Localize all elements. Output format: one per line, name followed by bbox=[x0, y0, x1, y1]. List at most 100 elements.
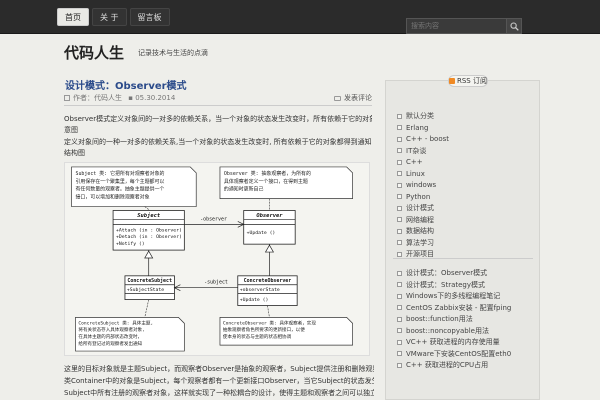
site-title[interactable]: 代码人生 bbox=[64, 42, 124, 63]
post-author[interactable]: 作者：代码人生 bbox=[73, 94, 122, 102]
post-title[interactable]: 设计模式：Observer模式 bbox=[65, 77, 187, 92]
bullet-icon bbox=[397, 194, 402, 199]
recent-post-item[interactable]: boost::noncopyable用法 bbox=[397, 326, 511, 338]
post-paragraph: 定义对象间的一种一对多的依赖关系,当一个对象的状态发生改变时, 所有依赖于它的对… bbox=[64, 138, 372, 146]
recent-post-item[interactable]: 设计模式：Observer模式 bbox=[397, 268, 511, 280]
bullet-icon bbox=[397, 171, 402, 176]
search-input[interactable] bbox=[406, 18, 506, 34]
note-line: 给所有登记过的观察者发出通知 bbox=[78, 340, 142, 347]
recent-post-label[interactable]: boost::function用法 bbox=[406, 315, 473, 323]
category-label[interactable]: 算法学习 bbox=[406, 239, 434, 247]
comments-label[interactable]: 发表评论 bbox=[344, 94, 372, 102]
post-paragraph: Observer模式定义对象间的一对多的依赖关系，当一个对象的状态发生改变时，所… bbox=[64, 115, 372, 123]
uml-class-observer: Observer +Update () bbox=[243, 210, 296, 245]
bullet-icon bbox=[397, 125, 402, 130]
rss-button[interactable]: RSS 订阅 bbox=[448, 75, 488, 87]
recent-post-item[interactable]: 设计模式：Strategy模式 bbox=[397, 280, 511, 292]
sidebar-divider bbox=[393, 258, 533, 259]
recent-post-item[interactable]: VMware下安装CentOS配置eth0 bbox=[397, 349, 511, 361]
category-label[interactable]: 网络编程 bbox=[406, 216, 434, 224]
category-list: 默认分类 Erlang C++ - boost IT杂谈 C++ Linux w… bbox=[397, 111, 449, 261]
nav-item-guestbook[interactable]: 留言板 bbox=[129, 8, 170, 26]
category-label[interactable]: IT杂谈 bbox=[406, 147, 426, 155]
category-label[interactable]: Erlang bbox=[406, 124, 428, 132]
uml-class-concrete-observer: ConcreteObserver +observerState +Update … bbox=[237, 275, 298, 306]
post-paragraph: 意图 bbox=[64, 126, 78, 134]
category-label[interactable]: 设计模式 bbox=[406, 204, 434, 212]
comment-icon bbox=[334, 95, 341, 101]
bullet-icon bbox=[397, 205, 402, 211]
class-name: Subject bbox=[137, 212, 161, 219]
method: +Update () bbox=[240, 297, 269, 303]
note-line: 在具体主题的内部状态改变时， bbox=[78, 333, 142, 340]
bullet-icon bbox=[397, 282, 402, 287]
search-icon bbox=[510, 22, 519, 31]
comments-link[interactable]: 发表评论 bbox=[334, 93, 372, 103]
bullet-icon bbox=[397, 182, 402, 188]
bullet-icon bbox=[397, 240, 402, 245]
category-item[interactable]: 默认分类 bbox=[397, 111, 449, 123]
post-paragraph: 类Container中的对象是Subject，每个观察者都有一个更新接口Obse… bbox=[64, 377, 374, 385]
category-item[interactable]: 数据结构 bbox=[397, 226, 449, 238]
search-button[interactable] bbox=[506, 18, 522, 34]
category-label[interactable]: windows bbox=[406, 181, 436, 189]
category-label[interactable]: 默认分类 bbox=[406, 112, 434, 120]
bullet-icon bbox=[397, 228, 402, 234]
category-item[interactable]: Erlang bbox=[397, 123, 449, 135]
category-label[interactable]: Python bbox=[406, 193, 430, 201]
bullet-icon bbox=[397, 362, 402, 368]
category-item[interactable]: Python bbox=[397, 192, 449, 204]
main-nav: 首页 关 于 留言板 bbox=[57, 8, 170, 26]
recent-post-label[interactable]: 设计模式：Strategy模式 bbox=[406, 281, 485, 289]
note-line: 使本身的状态与主题的状态相协调 bbox=[223, 333, 292, 340]
attribute: +SubjectState bbox=[127, 287, 164, 293]
category-item[interactable]: C++ - boost bbox=[397, 134, 449, 146]
category-label[interactable]: C++ bbox=[406, 158, 423, 166]
recent-post-label[interactable]: boost::noncopyable用法 bbox=[406, 327, 489, 335]
recent-posts-list: 设计模式：Observer模式 设计模式：Strategy模式 Windows下… bbox=[397, 268, 511, 372]
post-paragraph: 结构图 bbox=[64, 149, 85, 157]
category-item[interactable]: Linux bbox=[397, 169, 449, 181]
category-item[interactable]: windows bbox=[397, 180, 449, 192]
nav-item-home[interactable]: 首页 bbox=[57, 8, 89, 26]
association-label: -observer bbox=[200, 216, 227, 222]
bullet-icon bbox=[397, 148, 402, 153]
post-paragraph: 这里的目标对象就是主题Subject，而观察者Observer是抽象的观察者，S… bbox=[64, 365, 374, 373]
category-item[interactable]: 网络编程 bbox=[397, 215, 449, 227]
bullet-icon bbox=[397, 339, 402, 345]
recent-post-item[interactable]: Windows下的多线程编程笔记 bbox=[397, 291, 511, 303]
recent-post-item[interactable]: boost::function用法 bbox=[397, 314, 511, 326]
calendar-icon: ▪ bbox=[128, 94, 133, 102]
uml-diagram: Subject 类: 它把所有对观察者对象的 引用保存在一个聚集里，每个主题都可… bbox=[64, 162, 370, 356]
recent-post-label[interactable]: C++ 获取进程的CPU占用 bbox=[406, 361, 488, 369]
category-label[interactable]: Linux bbox=[406, 170, 425, 178]
category-item[interactable]: IT杂谈 bbox=[397, 146, 449, 158]
recent-post-label[interactable]: VMware下安装CentOS配置eth0 bbox=[406, 350, 511, 358]
rss-label[interactable]: RSS 订阅 bbox=[457, 77, 487, 85]
recent-post-label[interactable]: Windows下的多线程编程笔记 bbox=[406, 292, 500, 300]
note-line: 将有关状态存入具体观察者对象, bbox=[78, 326, 144, 333]
note-line: 有任何数量的观察者。抽象主题提供一个 bbox=[75, 186, 164, 193]
recent-post-label[interactable]: VC++ 获取进程的内存使用量 bbox=[406, 338, 500, 346]
class-name: ConcreteObserver bbox=[244, 278, 292, 284]
recent-post-item[interactable]: C++ 获取进程的CPU占用 bbox=[397, 360, 511, 372]
category-label[interactable]: C++ - boost bbox=[406, 135, 449, 143]
category-label[interactable]: 数据结构 bbox=[406, 227, 434, 235]
recent-post-label[interactable]: CentOS Zabbix安装 - 配置fping bbox=[406, 304, 511, 312]
site-description: 记录技术与生活的点滴 bbox=[138, 49, 208, 57]
category-item[interactable]: C++ bbox=[397, 157, 449, 169]
nav-item-about[interactable]: 关 于 bbox=[92, 8, 127, 26]
bullet-icon bbox=[397, 270, 402, 276]
note-line: 引用保存在一个聚集里，每个主题都可以 bbox=[75, 178, 164, 185]
category-item[interactable]: 算法学习 bbox=[397, 238, 449, 250]
method: +Detach (in : Observer) bbox=[116, 234, 182, 240]
attribute: +observerState bbox=[240, 287, 280, 293]
recent-post-label[interactable]: 设计模式：Observer模式 bbox=[406, 269, 487, 277]
category-label[interactable]: 开源项目 bbox=[406, 250, 434, 258]
recent-post-item[interactable]: VC++ 获取进程的内存使用量 bbox=[397, 337, 511, 349]
bullet-icon bbox=[397, 159, 402, 165]
class-name: ConcreteSubject bbox=[127, 277, 172, 284]
recent-post-item[interactable]: CentOS Zabbix安装 - 配置fping bbox=[397, 303, 511, 315]
post-meta: 作者：代码人生 ▪ 05.30.2014 发表评论 bbox=[64, 93, 372, 106]
category-item[interactable]: 设计模式 bbox=[397, 203, 449, 215]
